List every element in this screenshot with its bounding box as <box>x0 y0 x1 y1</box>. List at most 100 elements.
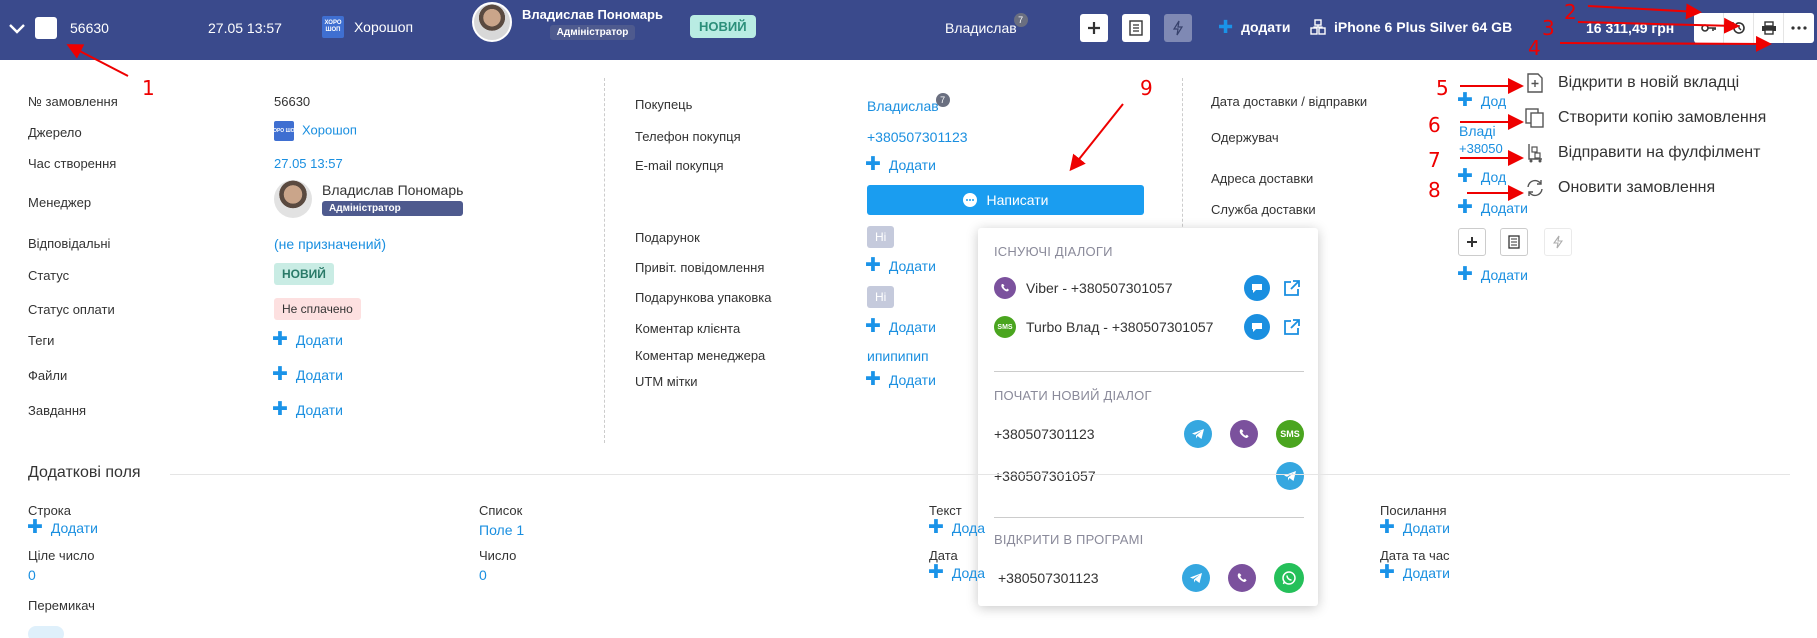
invoice-icon[interactable] <box>1122 14 1150 42</box>
add-label: Додати <box>295 332 343 348</box>
label-responsible: Відповідальні <box>28 236 111 251</box>
payment-status-badge[interactable]: Не сплачено <box>274 298 361 320</box>
lightning-icon[interactable] <box>1544 228 1572 256</box>
add-delivery-item-button[interactable]: ✚ Додати <box>1457 264 1528 285</box>
add-greeting-button[interactable]: ✚ Додати <box>865 256 936 275</box>
copy-icon <box>1524 107 1546 129</box>
menu-label: Відкрити в новій вкладці <box>1558 74 1740 91</box>
open-chat-icon[interactable] <box>1244 275 1270 301</box>
label-client-comment: Коментар клієнта <box>635 321 741 336</box>
value-manager[interactable]: Владислав Пономарь Адміністратор <box>274 180 464 218</box>
write-message-button[interactable]: Написати <box>867 185 1144 215</box>
existing-dialog-item[interactable]: SMS Turbo Влад - +380507301057 <box>994 314 1304 340</box>
extra-field-add-button[interactable]: ✚ Додати <box>27 518 98 537</box>
invoice-icon[interactable] <box>1500 228 1528 256</box>
add-product-button[interactable]: ✚ додати <box>1218 18 1290 36</box>
toggle-switch[interactable] <box>28 626 64 638</box>
buyer-name[interactable]: Владислав 7 <box>945 13 1028 36</box>
extra-field-label: Число <box>479 548 517 563</box>
value-manager-comment[interactable]: ипипипип <box>867 348 929 364</box>
status-badge[interactable]: НОВИЙ <box>690 15 756 38</box>
telegram-icon[interactable] <box>1182 564 1210 592</box>
annotation-number: 8 <box>1428 178 1441 202</box>
extra-field-value[interactable]: Поле 1 <box>479 522 524 538</box>
menu-copy-order[interactable]: Створити копію замовлення <box>1524 107 1766 129</box>
add-email-button[interactable]: ✚ Додати <box>865 155 936 174</box>
print-icon[interactable] <box>1754 13 1784 43</box>
extra-field-add-button[interactable]: ✚ Дода <box>928 518 985 537</box>
lightning-icon[interactable] <box>1164 14 1192 42</box>
sms-icon: SMS <box>994 316 1016 338</box>
viber-icon[interactable] <box>1228 564 1256 592</box>
extra-field-label: Дата <box>929 548 958 563</box>
menu-refresh-order[interactable]: Оновити замовлення <box>1524 177 1715 199</box>
more-menu-icon[interactable] <box>1784 13 1814 43</box>
value-created[interactable]: 27.05 13:57 <box>274 156 343 171</box>
add-file-button[interactable]: ✚ Додати <box>272 365 343 384</box>
add-item-button[interactable] <box>1080 14 1108 42</box>
label-created: Час створення <box>28 156 117 171</box>
add-address-button[interactable]: ✚ Дод <box>1457 167 1506 186</box>
label-tags: Теги <box>28 333 55 348</box>
value-recipient-name[interactable]: Владі <box>1459 123 1496 139</box>
viber-icon[interactable] <box>1230 420 1258 448</box>
plus-icon: ✚ <box>1457 197 1473 218</box>
menu-open-new-tab[interactable]: Відкрити в новій вкладці <box>1524 72 1739 94</box>
divider <box>170 474 1790 475</box>
extra-field-add-button[interactable]: ✚ Дода <box>928 562 985 583</box>
label-delivery-date: Дата доставки / відправки <box>1211 94 1368 109</box>
add-task-button[interactable]: ✚ Додати <box>272 400 343 419</box>
order-source[interactable]: ХОРО ШОП Хорошоп <box>322 16 413 38</box>
extra-field-value[interactable]: 0 <box>28 567 36 583</box>
product-summary[interactable]: iPhone 6 Plus Silver 64 GB <box>1310 19 1512 35</box>
gift-wrap-toggle[interactable]: Ні <box>867 286 895 308</box>
value-buyer[interactable]: Владислав7 <box>867 93 950 115</box>
order-created: 27.05 13:57 <box>208 20 282 36</box>
select-checkbox[interactable] <box>35 17 57 39</box>
annotation-number: 6 <box>1428 113 1441 137</box>
add-tag-button[interactable]: ✚ Додати <box>272 330 343 349</box>
menu-label: Відправити на фулфілмент <box>1558 144 1761 161</box>
annotation-number: 2 <box>1564 0 1577 24</box>
extra-field-value[interactable]: 0 <box>479 567 487 583</box>
telegram-icon[interactable] <box>1184 420 1212 448</box>
whatsapp-icon[interactable] <box>1274 563 1304 593</box>
gift-toggle[interactable]: Ні <box>867 226 895 248</box>
add-client-comment-button[interactable]: ✚ Додати <box>865 317 936 336</box>
extra-field-add-button[interactable]: ✚ Додати <box>1379 518 1450 537</box>
label-manager-comment: Коментар менеджера <box>635 348 766 363</box>
status-badge[interactable]: НОВИЙ <box>274 263 334 285</box>
history-icon[interactable] <box>1724 13 1754 43</box>
sms-icon[interactable]: SMS <box>1276 420 1304 448</box>
menu-send-fulfillment[interactable]: Відправити на фулфілмент <box>1524 142 1760 164</box>
label-address: Адреса доставки <box>1211 171 1314 186</box>
add-utm-button[interactable]: ✚ Додати <box>865 370 936 389</box>
add-delivery-service-button[interactable]: ✚ Додати <box>1457 197 1528 218</box>
phone-number: +380507301123 <box>998 570 1099 586</box>
collapse-chevron-icon[interactable] <box>6 18 28 40</box>
source-link: Хорошоп <box>302 122 357 138</box>
add-label: Додати <box>50 520 98 536</box>
add-delivery-date-button[interactable]: ✚ Дод <box>1457 91 1506 110</box>
value-order-number: 56630 <box>274 94 311 109</box>
dialog-label: Viber - +380507301057 <box>1026 280 1173 296</box>
plus-icon: ✚ <box>1379 562 1395 583</box>
existing-dialog-item[interactable]: Viber - +380507301057 <box>994 275 1304 301</box>
key-icon[interactable] <box>1694 13 1724 43</box>
value-source[interactable]: ХОРО ШОП Хорошоп <box>270 121 357 141</box>
telegram-icon[interactable] <box>1276 462 1304 490</box>
plus-icon: ✚ <box>928 562 944 583</box>
open-chat-icon[interactable] <box>1244 314 1270 340</box>
external-link-icon[interactable] <box>1280 315 1304 339</box>
plus-icon: ✚ <box>1457 264 1473 285</box>
extra-field-add-button[interactable]: ✚ Додати <box>1379 562 1450 583</box>
value-phone[interactable]: +380507301123 <box>867 129 968 145</box>
value-recipient-phone[interactable]: +38050 <box>1459 141 1503 156</box>
manager-name: Владислав Пономарь <box>522 7 663 22</box>
horoshop-logo-icon: ХОРО ШОП <box>322 16 344 38</box>
label-greeting: Привіт. повідомлення <box>635 260 765 275</box>
add-item-button[interactable] <box>1458 228 1486 256</box>
menu-label: Створити копію замовлення <box>1558 109 1767 126</box>
external-link-icon[interactable] <box>1280 276 1304 300</box>
value-responsible[interactable]: (не призначений) <box>274 236 386 252</box>
